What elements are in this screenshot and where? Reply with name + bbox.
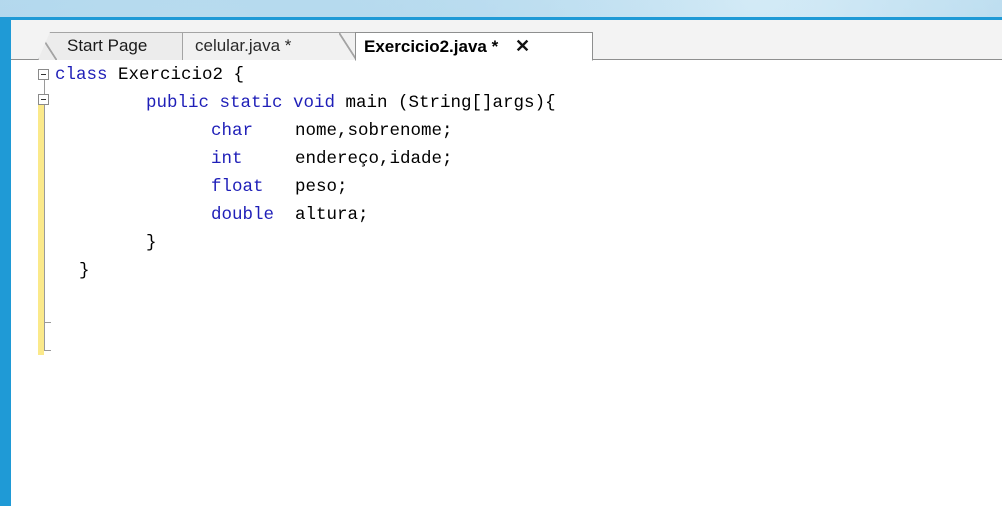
- code-text-segment: Exercicio2 {: [107, 65, 245, 85]
- tab-label: Exercicio2.java *: [364, 37, 499, 56]
- code-keyword: float: [211, 177, 264, 197]
- code-keyword: char: [211, 121, 254, 141]
- code-text-segment: endereço,idade;: [242, 149, 453, 169]
- tab-celular-java[interactable]: celular.java *: [183, 32, 357, 61]
- code-text-segment: main (String[]args){: [335, 93, 556, 113]
- fold-end-marker: [44, 350, 51, 351]
- tab-exercicio2-java[interactable]: Exercicio2.java * ✕: [355, 32, 593, 61]
- tab-label: Start Page: [67, 36, 148, 55]
- code-line-1: class Exercicio2 {: [55, 61, 244, 89]
- tab-start-page[interactable]: Start Page: [38, 32, 183, 60]
- code-text-segment: altura;: [274, 205, 369, 225]
- code-keyword: int: [211, 149, 243, 169]
- tab-label: celular.java *: [195, 36, 292, 55]
- code-editor[interactable]: class Exercicio2 { public static void ma…: [11, 60, 1002, 506]
- code-text-segment: }: [79, 261, 90, 281]
- fold-guide-line: [44, 105, 45, 350]
- code-line-2: public static void main (String[]args){: [146, 89, 556, 117]
- editor-window: Start Page celular.java * Exercicio2.jav…: [0, 17, 1002, 506]
- code-line-6: double altura;: [211, 201, 369, 229]
- code-text-segment: nome,sobrenome;: [253, 121, 453, 141]
- code-keyword: class: [55, 65, 108, 85]
- code-text-segment: peso;: [263, 177, 348, 197]
- code-line-3: char nome,sobrenome;: [211, 117, 453, 145]
- code-line-7: }: [146, 229, 157, 257]
- editor-gutter: [11, 60, 51, 506]
- fold-minus-icon[interactable]: [38, 94, 49, 105]
- code-line-8: }: [79, 257, 90, 285]
- code-line-5: float peso;: [211, 173, 348, 201]
- fold-end-marker: [44, 322, 51, 323]
- fold-guide-line: [44, 80, 45, 94]
- code-keyword: double: [211, 205, 275, 225]
- tab-strip: Start Page celular.java * Exercicio2.jav…: [11, 20, 1002, 61]
- fold-minus-icon[interactable]: [38, 69, 49, 80]
- code-text-segment: }: [146, 233, 157, 253]
- code-keyword: public static void: [146, 93, 336, 113]
- code-line-4: int endereço,idade;: [211, 145, 453, 173]
- close-icon[interactable]: ✕: [515, 33, 530, 59]
